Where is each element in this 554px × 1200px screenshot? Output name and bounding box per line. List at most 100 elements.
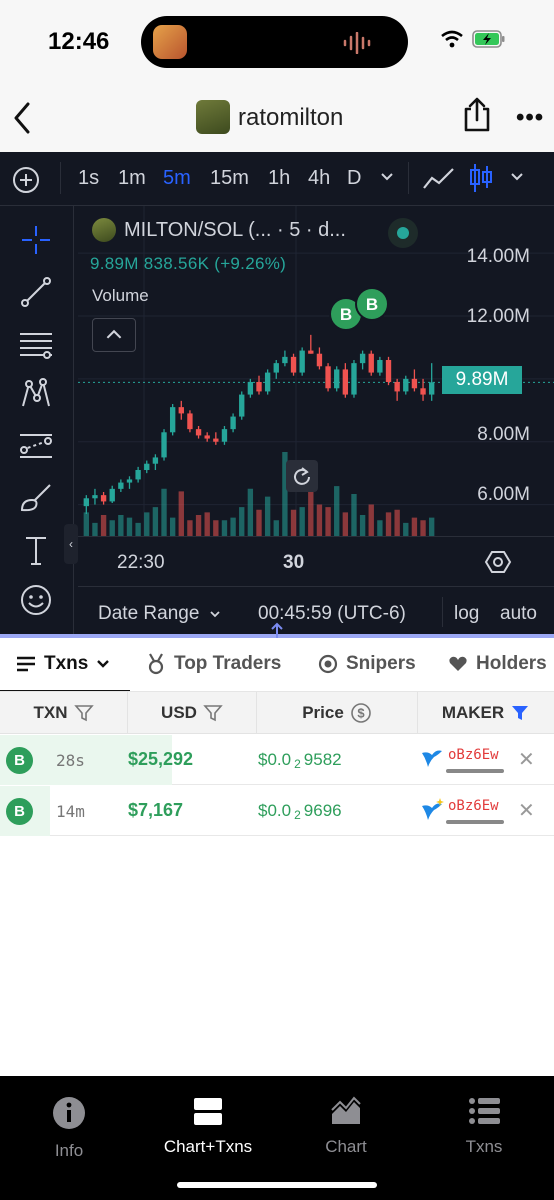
area-chart-icon (331, 1096, 361, 1124)
list-icon (469, 1098, 500, 1124)
txns-tab-bar: Txns Top Traders Snipers Holders (0, 638, 554, 692)
candle-body (334, 369, 340, 389)
candle-body (394, 382, 400, 392)
nav-chart-txns[interactable]: Chart+Txns (148, 1096, 268, 1157)
column-header-txn[interactable]: TXN (0, 692, 128, 734)
maker-underline (446, 769, 504, 773)
medal-icon (148, 653, 164, 675)
column-label: TXN (33, 703, 68, 722)
date-range-button[interactable]: Date Range (98, 603, 221, 625)
tab-label: Holders (476, 653, 547, 674)
maker-address-link[interactable]: oBz6Ew (448, 747, 499, 763)
price-plot[interactable]: BB MILTON/SOL (... · 5 · d... 9.89M 838.… (78, 206, 554, 636)
filter-icon[interactable] (203, 704, 223, 722)
candle-body (152, 457, 159, 464)
maker-underline (446, 820, 504, 824)
dynamic-island (141, 16, 408, 68)
add-indicator-icon[interactable] (12, 166, 40, 194)
reset-chart-button[interactable] (286, 460, 318, 492)
buy-marker-label: B (340, 305, 352, 324)
symbol-legend[interactable]: MILTON/SOL (... · 5 · d... (92, 218, 346, 242)
tab-label: Txns (44, 653, 89, 674)
column-header-maker[interactable]: MAKER (418, 692, 554, 734)
column-header-price[interactable]: Price $ (257, 692, 418, 734)
interval-dropdown-chevron-icon[interactable] (380, 172, 394, 182)
chart-settings-hexagon-icon[interactable] (484, 548, 512, 576)
volume-bar (273, 520, 279, 536)
filter-active-icon[interactable] (510, 704, 530, 722)
svg-text:$: $ (357, 706, 365, 721)
fib-lines-icon[interactable] (18, 326, 54, 362)
volume-bar (169, 517, 176, 536)
collapse-toolbar-tab[interactable]: ‹ (64, 524, 78, 564)
text-tool-icon[interactable] (18, 532, 54, 568)
candle-body (204, 435, 210, 439)
toolbar-divider (60, 162, 61, 194)
volume-bar (342, 512, 349, 536)
volume-bar (83, 512, 89, 536)
interval-1m[interactable]: 1m (118, 167, 146, 190)
nav-info[interactable]: Info (9, 1096, 129, 1161)
brush-icon[interactable] (18, 480, 54, 516)
whale-sparkle-icon (422, 798, 444, 820)
volume-legend: Volume (92, 286, 149, 305)
interval-1d[interactable]: D (347, 167, 361, 190)
txn-row[interactable]: B 28s $25,292 $0.0 2 9582 oBz6Ew ✕ (0, 735, 554, 785)
candlestick-chart-type-icon[interactable] (468, 162, 494, 194)
candle-body (290, 356, 297, 373)
trend-line-icon[interactable] (18, 274, 54, 310)
time-axis-divider (78, 536, 554, 537)
nav-chart[interactable]: Chart (286, 1096, 406, 1157)
log-scale-toggle[interactable]: log (454, 603, 479, 625)
interval-5m[interactable]: 5m (163, 167, 191, 190)
filter-icon[interactable] (73, 704, 94, 722)
chart-type-dropdown-chevron-icon[interactable] (510, 172, 524, 182)
interval-4h[interactable]: 4h (308, 167, 330, 190)
tab-txns[interactable]: Txns (16, 653, 110, 675)
tab-snipers[interactable]: Snipers (318, 653, 416, 675)
candle-body (316, 353, 323, 367)
volume-bar (221, 520, 228, 536)
candle-body (359, 353, 366, 364)
candle-body (377, 360, 383, 373)
txn-row[interactable]: B 14m $7,167 $0.0 2 9696 oBz6Ew ✕ (0, 786, 554, 836)
tab-top-traders[interactable]: Top Traders (146, 653, 281, 675)
target-icon (318, 654, 338, 674)
candle-body (368, 353, 374, 373)
line-chart-type-icon[interactable] (422, 166, 456, 192)
projection-tool-icon[interactable] (18, 428, 54, 464)
nav-txns[interactable]: Txns (424, 1096, 544, 1157)
x-tick-label: 30 (283, 552, 305, 573)
buy-marker-label: B (366, 295, 378, 314)
candle-body (282, 356, 288, 364)
hide-maker-close-icon[interactable]: ✕ (518, 798, 535, 823)
back-chevron-icon[interactable] (8, 98, 38, 138)
volume-bar (195, 515, 202, 536)
token-mini-avatar (92, 218, 116, 242)
interval-1h[interactable]: 1h (268, 167, 290, 190)
share-icon[interactable] (462, 96, 492, 134)
auto-scale-toggle[interactable]: auto (500, 603, 537, 625)
dollar-circle-icon[interactable]: $ (350, 702, 372, 724)
whale-icon (422, 750, 442, 767)
collapse-legend-chevron-up-icon[interactable] (92, 318, 136, 352)
maker-address-link[interactable]: oBz6Ew (448, 798, 499, 814)
emoji-icon[interactable] (18, 582, 54, 618)
column-header-usd[interactable]: USD (128, 692, 257, 734)
column-label: MAKER (441, 703, 505, 722)
candle-body (161, 432, 167, 458)
tab-holders[interactable]: Holders (448, 653, 547, 675)
candle-body (351, 363, 357, 395)
y-tick-label: 14.00M (466, 246, 530, 267)
chart-panel: 1s 1m 5m 15m 1h 4h D ‹ B B MILTON/SOL (.… (0, 152, 554, 636)
more-options-button[interactable]: ••• (516, 104, 544, 132)
crosshair-icon[interactable] (18, 222, 54, 258)
interval-15m[interactable]: 15m (210, 167, 249, 190)
interval-1s[interactable]: 1s (78, 167, 99, 190)
tab-label: Top Traders (174, 653, 282, 674)
audio-wave-icon (343, 32, 371, 54)
pattern-tool-icon[interactable] (18, 376, 54, 412)
token-title: ratomilton (238, 104, 344, 131)
hide-maker-close-icon[interactable]: ✕ (518, 747, 535, 772)
heart-icon (449, 656, 467, 671)
